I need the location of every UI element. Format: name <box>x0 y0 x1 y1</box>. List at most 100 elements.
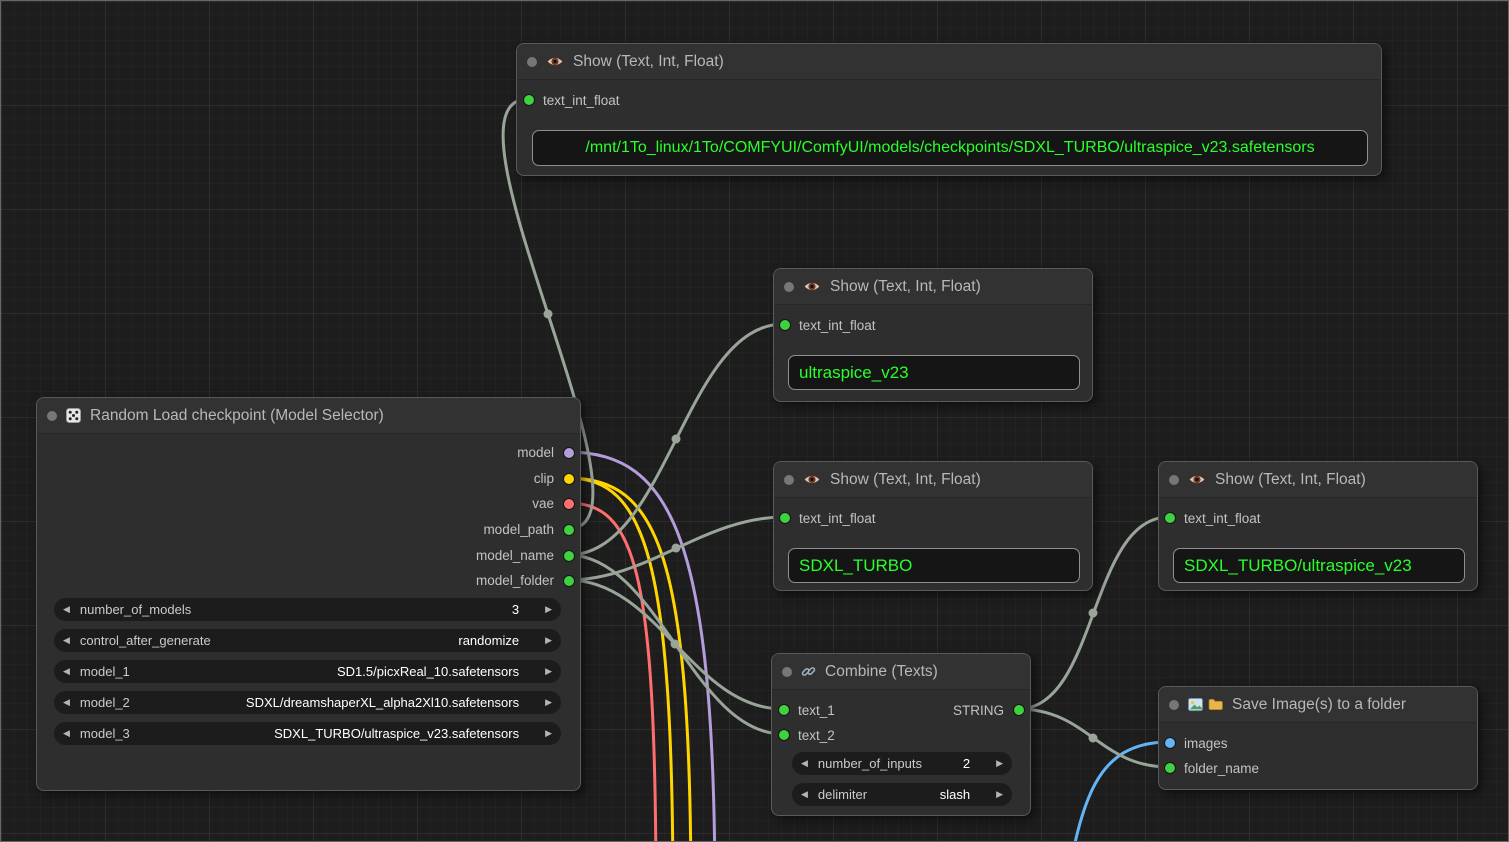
collapse-dot[interactable] <box>1169 700 1179 710</box>
input-slot-label: text_1 <box>798 703 835 718</box>
link-midpoint-dot <box>1089 609 1098 618</box>
node-show-model-folder[interactable]: Show (Text, Int, Float) text_int_float S… <box>773 461 1093 591</box>
node-title-bar[interactable]: Save Image(s) to a folder <box>1159 687 1477 723</box>
increment-arrow-icon[interactable]: ▶ <box>545 698 552 707</box>
node-title: Show (Text, Int, Float) <box>830 278 981 296</box>
input-slot-text-1[interactable] <box>779 705 789 715</box>
input-slot-text_int_float[interactable] <box>780 320 790 330</box>
increment-arrow-icon[interactable]: ▶ <box>996 759 1003 768</box>
link-midpoint-dot <box>672 544 681 553</box>
eye-icon <box>803 473 821 486</box>
decrement-arrow-icon[interactable]: ◀ <box>801 759 808 768</box>
output-slot-model[interactable] <box>564 448 574 458</box>
link-midpoint-dot <box>1089 734 1098 743</box>
comfyui-canvas[interactable]: Show (Text, Int, Float) text_int_float /… <box>0 0 1509 842</box>
node-title-bar[interactable]: Random Load checkpoint (Model Selector) <box>37 398 580 434</box>
decrement-arrow-icon[interactable]: ◀ <box>801 790 808 799</box>
widget-value: slash <box>940 787 970 802</box>
widget-value: SDXL/dreamshaperXL_alpha2Xl10.safetensor… <box>246 695 519 710</box>
collapse-dot[interactable] <box>784 475 794 485</box>
eye-icon <box>803 280 821 293</box>
widget-value: 3 <box>512 602 519 617</box>
input-slot-text-2[interactable] <box>779 730 789 740</box>
widget-number-of-models[interactable]: ◀ number_of_models 3 ▶ <box>54 598 561 621</box>
link-midpoint-dot <box>671 640 680 649</box>
increment-arrow-icon[interactable]: ▶ <box>545 605 552 614</box>
input-slot-images[interactable] <box>1165 738 1175 748</box>
node-show-combined[interactable]: Show (Text, Int, Float) text_int_float S… <box>1158 461 1478 591</box>
output-slot-string[interactable] <box>1014 705 1024 715</box>
widget-model-2[interactable]: ◀ model_2 SDXL/dreamshaperXL_alpha2Xl10.… <box>54 691 561 714</box>
widget-control-after-generate[interactable]: ◀ control_after_generate randomize ▶ <box>54 629 561 652</box>
input-slot-text_int_float[interactable] <box>780 513 790 523</box>
node-show-model-name[interactable]: Show (Text, Int, Float) text_int_float u… <box>773 268 1093 402</box>
output-slot-model-path[interactable] <box>564 525 574 535</box>
widget-number-of-inputs[interactable]: ◀ number_of_inputs 2 ▶ <box>792 752 1012 775</box>
collapse-dot[interactable] <box>1169 475 1179 485</box>
node-show-model-path[interactable]: Show (Text, Int, Float) text_int_float /… <box>516 43 1382 176</box>
input-slot-label: folder_name <box>1184 761 1259 776</box>
node-title: Show (Text, Int, Float) <box>1215 471 1366 489</box>
node-title-bar[interactable]: Show (Text, Int, Float) <box>1159 462 1477 498</box>
output-slot-clip[interactable] <box>564 474 574 484</box>
widget-label: model_1 <box>80 664 130 679</box>
widget-delimiter[interactable]: ◀ delimiter slash ▶ <box>792 783 1012 806</box>
node-random-load-checkpoint[interactable]: Random Load checkpoint (Model Selector) … <box>36 397 581 791</box>
input-slot-label: text_2 <box>798 728 835 743</box>
node-title: Save Image(s) to a folder <box>1232 696 1406 714</box>
link-midpoint-dot <box>544 310 553 319</box>
widget-model-3[interactable]: ◀ model_3 SDXL_TURBO/ultraspice_v23.safe… <box>54 722 561 745</box>
collapse-dot[interactable] <box>47 411 57 421</box>
dice-icon <box>66 408 81 423</box>
decrement-arrow-icon[interactable]: ◀ <box>63 636 70 645</box>
node-title-bar[interactable]: Show (Text, Int, Float) <box>774 462 1092 498</box>
node-save-images-to-folder[interactable]: Save Image(s) to a folder images folder_… <box>1158 686 1478 790</box>
decrement-arrow-icon[interactable]: ◀ <box>63 698 70 707</box>
input-slot-label: text_int_float <box>543 93 620 108</box>
eye-icon <box>1188 473 1206 486</box>
output-slot-label: vae <box>532 496 554 511</box>
link-images <box>1061 742 1169 842</box>
input-slot-label: images <box>1184 736 1228 751</box>
output-slot-label: model_path <box>483 522 554 537</box>
increment-arrow-icon[interactable]: ▶ <box>545 729 552 738</box>
decrement-arrow-icon[interactable]: ◀ <box>63 729 70 738</box>
increment-arrow-icon[interactable]: ▶ <box>545 636 552 645</box>
output-slot-label: model_folder <box>476 573 554 588</box>
increment-arrow-icon[interactable]: ▶ <box>545 667 552 676</box>
widget-label: control_after_generate <box>80 633 211 648</box>
text-display[interactable]: SDXL_TURBO <box>788 548 1080 583</box>
image-icon <box>1188 697 1203 712</box>
widget-model-1[interactable]: ◀ model_1 SD1.5/picxReal_10.safetensors … <box>54 660 561 683</box>
decrement-arrow-icon[interactable]: ◀ <box>63 667 70 676</box>
node-title: Show (Text, Int, Float) <box>830 471 981 489</box>
widget-label: model_2 <box>80 695 130 710</box>
node-title-bar[interactable]: Combine (Texts) <box>772 654 1030 690</box>
widget-label: delimiter <box>818 787 867 802</box>
node-title-bar[interactable]: Show (Text, Int, Float) <box>774 269 1092 305</box>
text-display[interactable]: ultraspice_v23 <box>788 355 1080 390</box>
input-slot-folder-name[interactable] <box>1165 763 1175 773</box>
collapse-dot[interactable] <box>784 282 794 292</box>
input-slot-label: text_int_float <box>1184 511 1261 526</box>
input-slot-text_int_float[interactable] <box>1165 513 1175 523</box>
collapse-dot[interactable] <box>527 57 537 67</box>
eye-icon <box>546 55 564 68</box>
output-slot-model-name[interactable] <box>564 551 574 561</box>
decrement-arrow-icon[interactable]: ◀ <box>63 605 70 614</box>
input-slot-label: text_int_float <box>799 318 876 333</box>
text-display[interactable]: SDXL_TURBO/ultraspice_v23 <box>1173 548 1465 583</box>
node-title-bar[interactable]: Show (Text, Int, Float) <box>517 44 1381 80</box>
output-slot-label: model <box>517 445 554 460</box>
node-title: Combine (Texts) <box>825 663 938 681</box>
output-slot-model-folder[interactable] <box>564 576 574 586</box>
output-slot-label: STRING <box>953 703 1004 718</box>
node-combine-texts[interactable]: Combine (Texts) text_1 text_2 STRING ◀ n… <box>771 653 1031 816</box>
collapse-dot[interactable] <box>782 667 792 677</box>
text-display[interactable]: /mnt/1To_linux/1To/COMFYUI/ComfyUI/model… <box>532 130 1368 166</box>
output-slot-label: clip <box>534 471 554 486</box>
input-slot-text_int_float[interactable] <box>524 95 534 105</box>
output-slot-vae[interactable] <box>564 499 574 509</box>
widget-label: number_of_inputs <box>818 756 922 771</box>
increment-arrow-icon[interactable]: ▶ <box>996 790 1003 799</box>
